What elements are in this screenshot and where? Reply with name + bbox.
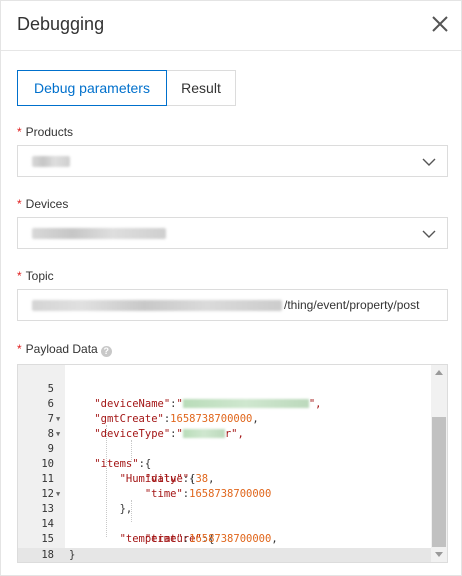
code-text: }: [69, 562, 126, 563]
dialog-title: Debugging: [17, 14, 105, 34]
topic-suffix: /thing/event/property/post: [284, 298, 420, 312]
code-line: 16 }: [18, 532, 431, 560]
chevron-down-icon: [422, 158, 436, 166]
scroll-down-arrow-icon[interactable]: [435, 552, 443, 557]
code-line: 15 "value":25: [18, 517, 431, 560]
payload-editor[interactable]: 5 "deviceName":" ", 6 "gmtCreate":1658738…: [17, 364, 448, 563]
tab-debug-parameters[interactable]: Debug parameters: [17, 70, 167, 106]
line-number: 18: [41, 549, 54, 561]
debug-dialog: Debugging Debug parameters Result * Produ…: [0, 0, 462, 576]
scroll-up-arrow-icon[interactable]: [435, 370, 443, 375]
required-mark: *: [17, 197, 22, 211]
code-line-active: 18 }: [18, 548, 431, 562]
devices-select[interactable]: [17, 217, 448, 249]
code-line: 9 ▼ "Humidity":{: [18, 427, 431, 485]
editor-scrollbar[interactable]: [431, 365, 447, 562]
question-icon[interactable]: ?: [100, 346, 112, 357]
code-line: 8 ▼ "items":{: [18, 412, 431, 470]
topic-input[interactable]: /thing/event/property/post: [17, 289, 448, 321]
products-label-text: Products: [25, 125, 74, 139]
line-number: 17: [18, 562, 54, 563]
dialog-header: Debugging: [1, 1, 461, 51]
code-line: 7 "deviceType":" r",: [18, 397, 431, 440]
fold-arrow-icon[interactable]: ▼: [56, 412, 60, 427]
code-line: 5 "deviceName":" ",: [18, 367, 431, 410]
redacted-product-value: [32, 156, 70, 167]
code-line: 12 },: [18, 472, 431, 515]
products-select[interactable]: [17, 145, 448, 177]
topic-label: * Topic: [17, 269, 54, 283]
topic-label-text: Topic: [25, 269, 54, 283]
scrollbar-thumb[interactable]: [432, 417, 446, 547]
fold-arrow-icon[interactable]: ▼: [56, 427, 60, 442]
payload-label: * Payload Data?: [17, 342, 112, 357]
required-mark: *: [17, 342, 22, 356]
fold-arrow-icon[interactable]: ▼: [56, 487, 60, 502]
payload-label-text: Payload Data: [25, 342, 98, 356]
code-line: 11 "time":1658738700000: [18, 457, 431, 500]
products-label: * Products: [17, 125, 73, 139]
code-line: 6 "gmtCreate":1658738700000,: [18, 382, 431, 425]
chevron-down-icon: [422, 230, 436, 238]
code-text: }: [69, 549, 76, 561]
close-icon[interactable]: [429, 13, 451, 35]
code-line: 10 "value":38,: [18, 442, 431, 485]
devices-label: * Devices: [17, 197, 68, 211]
tab-bar: Debug parameters Result: [17, 70, 236, 106]
required-mark: *: [17, 125, 22, 139]
tab-result[interactable]: Result: [166, 70, 236, 106]
code-line: 13 ▼ "temperature":{: [18, 487, 431, 545]
required-mark: *: [17, 269, 22, 283]
redacted-device-value: [32, 228, 166, 239]
devices-label-text: Devices: [25, 197, 69, 211]
code-line: 14 "time":1658738700000,: [18, 502, 431, 545]
redacted-topic-prefix: [32, 300, 282, 311]
